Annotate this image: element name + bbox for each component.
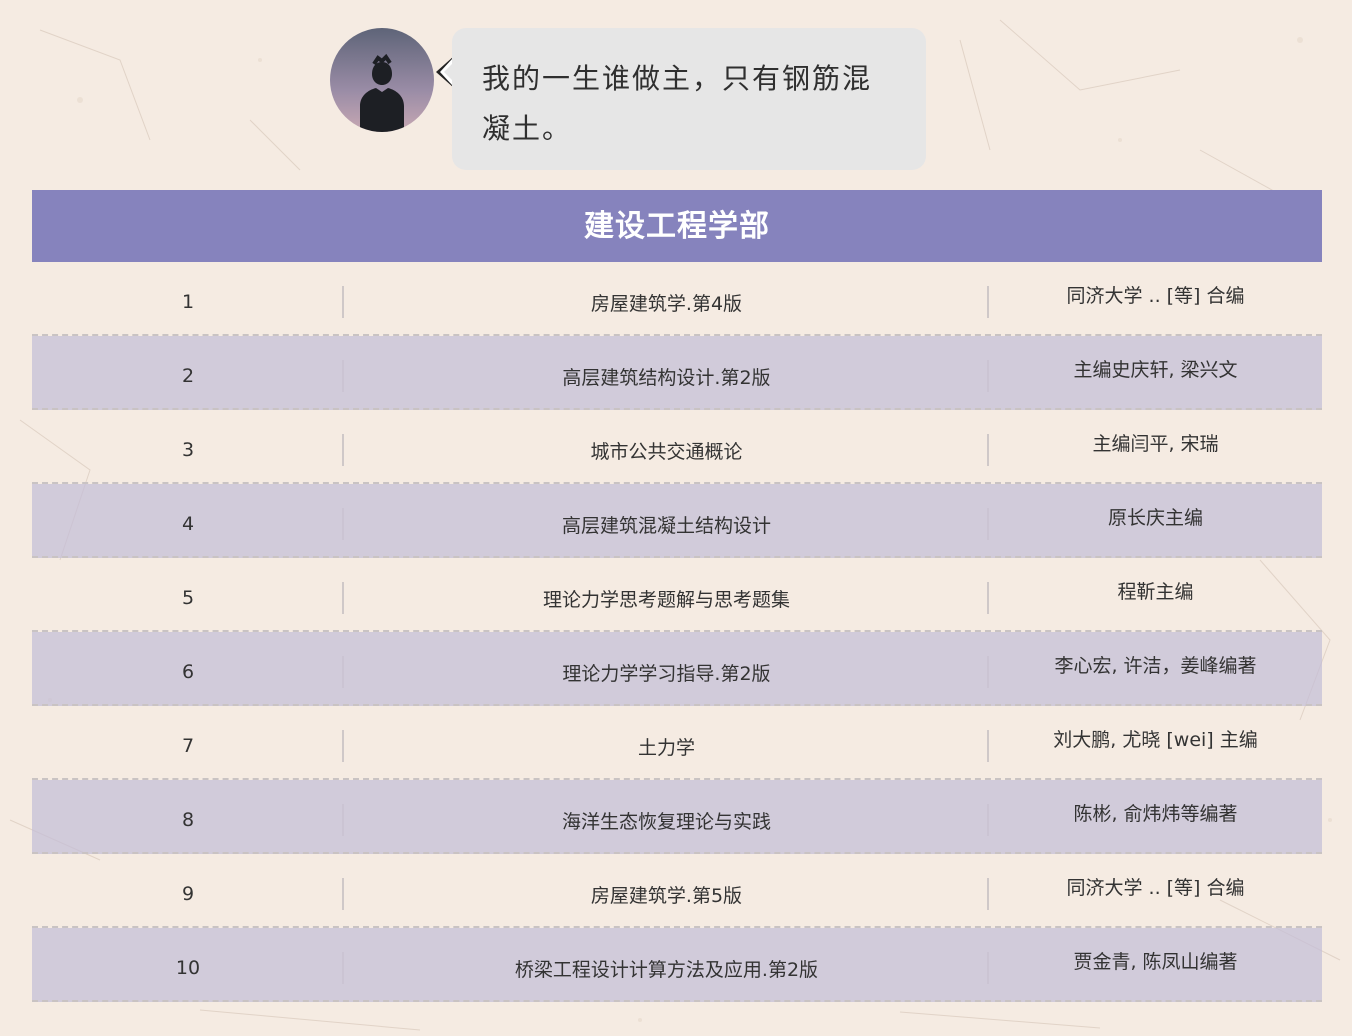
person-silhouette-icon: [330, 28, 434, 132]
book-author: 主编闫平, 宋瑞: [1092, 432, 1219, 455]
table-row[interactable]: 8 海洋生态恢复理论与实践 陈彬, 俞炜炜等编著: [32, 780, 1322, 854]
row-number: 1: [32, 262, 344, 334]
book-title: 理论力学学习指导.第2版: [344, 632, 989, 704]
row-number: 10: [32, 928, 344, 1000]
book-title: 城市公共交通概论: [344, 410, 989, 482]
row-number: 2: [32, 336, 344, 408]
book-title: 土力学: [344, 706, 989, 778]
book-title: 高层建筑结构设计.第2版: [344, 336, 989, 408]
table-title: 建设工程学部: [32, 190, 1322, 262]
table-body: 1 房屋建筑学.第4版 同济大学 .. [等] 合编 2 高层建筑结构设计.第2版 主编史…: [32, 262, 1322, 1002]
book-author: 同济大学 .. [等] 合编: [1066, 284, 1245, 307]
table-row[interactable]: 4 高层建筑混凝土结构设计 原长庆主编: [32, 484, 1322, 558]
book-author: 原长庆主编: [1107, 506, 1203, 529]
row-number: 4: [32, 484, 344, 556]
table-row[interactable]: 1 房屋建筑学.第4版 同济大学 .. [等] 合编: [32, 262, 1322, 336]
book-table: 建设工程学部 1 房屋建筑学.第4版 同济大学 .. [等] 合编 2 高层建筑结构设计…: [32, 190, 1322, 1002]
book-author: 程靳主编: [1117, 580, 1194, 603]
book-author: 陈彬, 俞炜炜等编著: [1073, 802, 1238, 825]
book-author: 贾金青, 陈凤山编著: [1073, 950, 1238, 973]
table-row[interactable]: 5 理论力学思考题解与思考题集 程靳主编: [32, 558, 1322, 632]
book-title: 桥梁工程设计计算方法及应用.第2版: [344, 928, 989, 1000]
row-number: 8: [32, 780, 344, 852]
table-row[interactable]: 6 理论力学学习指导.第2版 李心宏, 许洁，姜峰编著: [32, 632, 1322, 706]
book-title: 房屋建筑学.第4版: [344, 262, 989, 334]
row-number: 9: [32, 854, 344, 926]
table-row[interactable]: 9 房屋建筑学.第5版 同济大学 .. [等] 合编: [32, 854, 1322, 928]
book-author: 刘大鹏, 尤晓 [wei] 主编: [1053, 728, 1258, 751]
book-author: 同济大学 .. [等] 合编: [1066, 876, 1245, 899]
avatar[interactable]: [330, 28, 434, 132]
row-number: 6: [32, 632, 344, 704]
book-author: 主编史庆轩, 梁兴文: [1073, 358, 1238, 381]
book-title: 海洋生态恢复理论与实践: [344, 780, 989, 852]
table-row[interactable]: 7 土力学 刘大鹏, 尤晓 [wei] 主编: [32, 706, 1322, 780]
table-row[interactable]: 2 高层建筑结构设计.第2版 主编史庆轩, 梁兴文: [32, 336, 1322, 410]
book-title: 理论力学思考题解与思考题集: [344, 558, 989, 630]
row-number: 3: [32, 410, 344, 482]
table-row[interactable]: 10 桥梁工程设计计算方法及应用.第2版 贾金青, 陈凤山编著: [32, 928, 1322, 1002]
row-number: 5: [32, 558, 344, 630]
chat-bubble-text: 我的一生谁做主，只有钢筋混凝土。: [452, 28, 926, 170]
chat-message: 我的一生谁做主，只有钢筋混凝土。: [330, 28, 930, 170]
book-author: 李心宏, 许洁，姜峰编著: [1054, 654, 1257, 677]
book-title: 房屋建筑学.第5版: [344, 854, 989, 926]
row-number: 7: [32, 706, 344, 778]
book-title: 高层建筑混凝土结构设计: [344, 484, 989, 556]
table-row[interactable]: 3 城市公共交通概论 主编闫平, 宋瑞: [32, 410, 1322, 484]
